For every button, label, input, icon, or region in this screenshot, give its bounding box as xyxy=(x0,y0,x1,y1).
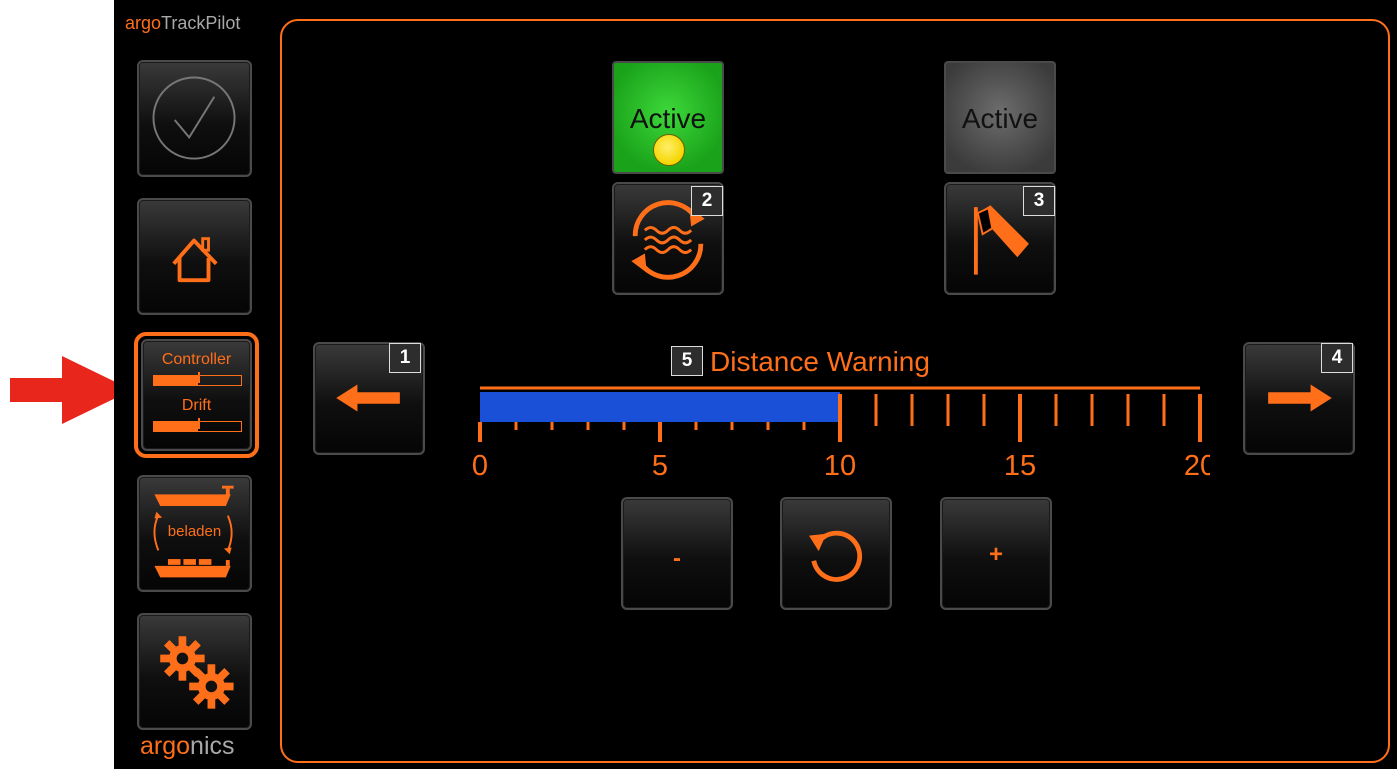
plus-button[interactable]: + xyxy=(940,497,1052,610)
check-button[interactable] xyxy=(137,60,252,177)
load-state-button[interactable]: beladen xyxy=(137,475,252,592)
reset-button[interactable] xyxy=(780,497,892,610)
minus-label: - xyxy=(673,545,681,572)
status-left-label: Active xyxy=(629,103,707,134)
scale-tick-label: 15 xyxy=(1004,450,1036,482)
badge-2: 2 xyxy=(691,186,723,216)
load-state-label: beladen xyxy=(167,523,222,540)
gears-icon xyxy=(160,636,234,709)
brand-logo: argonics xyxy=(140,732,235,760)
scale-tick-label: 10 xyxy=(824,450,856,482)
app-title: argoTrackPilot xyxy=(125,13,241,33)
check-icon xyxy=(152,76,236,160)
badge-5: 5 xyxy=(671,346,703,376)
badge-4: 4 xyxy=(1321,343,1353,373)
badge-1: 1 xyxy=(389,343,421,373)
status-indicator-left: Active xyxy=(612,61,724,174)
plus-label: + xyxy=(988,541,1003,568)
distance-scale[interactable]: 0 5 10 15 20 xyxy=(470,380,1210,485)
distance-value-bar xyxy=(480,392,840,422)
minus-button[interactable]: - xyxy=(621,497,733,610)
scale-tick-label: 0 xyxy=(472,450,488,482)
drift-label: Drift xyxy=(181,397,212,414)
scale-tick-label: 5 xyxy=(652,450,668,482)
controller-drift-button[interactable]: Controller Drift xyxy=(134,332,259,458)
home-button[interactable] xyxy=(137,198,252,315)
controller-drift-inner: Controller Drift xyxy=(141,339,252,451)
controller-label: Controller xyxy=(161,351,232,368)
drift-level-bar xyxy=(153,418,242,432)
home-icon xyxy=(172,237,218,283)
distance-warning-title: Distance Warning xyxy=(710,346,930,377)
settings-button[interactable] xyxy=(137,613,252,730)
reset-icon xyxy=(809,530,863,582)
scale-tick-label: 20 xyxy=(1184,450,1210,482)
controller-level-bar xyxy=(153,372,242,386)
status-indicator-right: Active xyxy=(944,61,1056,174)
status-right-label: Active xyxy=(961,103,1039,134)
badge-3: 3 xyxy=(1023,186,1055,216)
status-led-icon xyxy=(653,134,685,166)
